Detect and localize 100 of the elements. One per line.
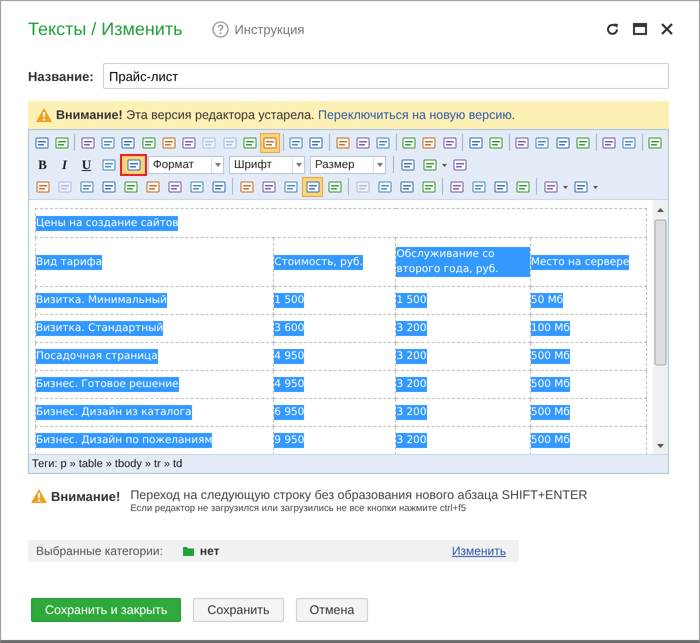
cell-text: 4 950: [274, 377, 304, 392]
hint-title: Внимание!: [31, 488, 120, 504]
toolbar-icon: [400, 180, 414, 194]
switch-version-link[interactable]: Переключиться на новую версию: [318, 108, 512, 122]
toolbar-icon: [468, 136, 483, 150]
refresh-icon[interactable]: [606, 22, 619, 36]
toolbar-icon: [494, 180, 508, 194]
toolbar-dropdown[interactable]: Формат: [148, 156, 224, 174]
cell-text: 4 950: [274, 349, 304, 364]
toolbar-icon: [336, 136, 350, 150]
window-title: Тексты / Изменить: [28, 18, 182, 40]
toolbar-icon: [515, 136, 530, 150]
toolbar-icon: [450, 180, 464, 194]
caret-icon: [214, 162, 220, 166]
cell-text: 6 950: [274, 405, 304, 420]
toolbar-icon: [263, 136, 278, 150]
toolbar-icon: [576, 136, 590, 150]
toolbar-icon: [422, 180, 436, 194]
toolbar-icon: [168, 180, 182, 194]
toolbar-icon: [472, 180, 486, 194]
toolbar-icon: [516, 180, 530, 194]
cell-text: 1 500: [396, 293, 427, 308]
toolbar-icon: [535, 136, 550, 150]
toolbar-icon: [452, 158, 466, 172]
cell-text: Стоимость, руб.: [274, 254, 363, 270]
cell-text: 3 200: [396, 433, 427, 448]
toolbar-icon: [402, 136, 416, 150]
toolbar-icon: [34, 136, 49, 150]
cell-text: Визитка. Минимальный: [36, 293, 167, 308]
name-label: Название:: [28, 68, 95, 84]
toolbar-icon: [124, 180, 138, 194]
cell-text: 500 Мб: [530, 433, 570, 448]
toolbar-icon: [190, 180, 204, 194]
cell-text: Посадочная страница: [36, 349, 158, 364]
folder-icon: [182, 546, 194, 556]
toolbar-icon: [574, 180, 588, 194]
help-icon: [212, 20, 230, 38]
maximize-icon[interactable]: [633, 23, 647, 35]
cell-text: 50 Мб: [530, 293, 564, 308]
toolbar-icon: [422, 158, 436, 172]
format-button[interactable]: B: [32, 154, 53, 174]
toolbar-icon: [489, 136, 504, 150]
format-button[interactable]: U: [76, 154, 97, 174]
cell-text: 3 600: [274, 321, 304, 336]
toolbar-icon: [102, 180, 116, 194]
name-input[interactable]: Прайс-лист: [103, 63, 669, 89]
toolbar-dropdown[interactable]: Размер: [310, 156, 386, 174]
toolbar-icon: [284, 180, 298, 194]
cell-text: Цены на создание сайтов: [36, 216, 178, 230]
tag-path: Теги: p » table » tbody » tr » td: [29, 454, 668, 473]
toolbar-icon: [58, 180, 72, 194]
toolbar-icon: [240, 180, 254, 194]
warning-icon: [36, 108, 52, 122]
cell-text: 3 200: [396, 377, 427, 392]
dialog-button[interactable]: Отмена: [296, 598, 368, 622]
toolbar-button[interactable]: [302, 176, 323, 196]
toolbar-icon: [356, 136, 370, 150]
cell-text: 3 200: [396, 321, 427, 336]
cell-text: Визитка. Стандартный: [36, 321, 164, 336]
scrollbar[interactable]: [653, 200, 668, 454]
toolbar-icon: [182, 136, 196, 150]
toolbar-icon: [544, 180, 558, 194]
toolbar-icon: [289, 136, 304, 150]
toolbar-icon: [101, 136, 116, 150]
warning-icon: [31, 489, 47, 503]
cell-text: Бизнес. Готовое решение: [36, 377, 179, 392]
toolbar-dropdown[interactable]: Шрифт: [229, 156, 305, 174]
cell-text: 100 Мб: [530, 321, 570, 336]
format-button[interactable]: I: [54, 154, 75, 174]
close-icon[interactable]: [661, 23, 673, 35]
help-link[interactable]: Инструкция: [212, 20, 304, 38]
warning-text: Внимание! Эта версия редактора устарела. Переключиться на новую версию.: [56, 108, 516, 122]
toolbar-icon: [202, 136, 216, 150]
toolbar-icon: [80, 180, 94, 194]
toolbar-icon: [54, 136, 69, 150]
toolbar-icon: [222, 136, 237, 150]
toolbar-icon: [36, 180, 50, 194]
cell-text: 3 200: [396, 349, 427, 364]
caret-icon: [296, 162, 302, 166]
toolbar-icon: [80, 136, 95, 150]
toolbar-button[interactable]: [120, 154, 147, 176]
toolbar-icon: [102, 158, 116, 172]
toolbar-button[interactable]: [260, 132, 280, 152]
cell-text: Место на сервере: [530, 254, 630, 270]
toolbar-icon: [648, 136, 662, 150]
cell-text: 500 Мб: [530, 377, 570, 392]
toolbar-icon: [378, 180, 392, 194]
toolbar-icon: [422, 136, 436, 150]
cell-text: Вид тарифа: [36, 254, 102, 270]
dialog-button[interactable]: Сохранить: [193, 598, 284, 622]
toolbar-icon: [622, 136, 636, 150]
toolbar-icon: [162, 136, 176, 150]
hint-subtext: Если редактор не загрузился или загрузились не все кнопки нажмите ctrl+f5: [130, 503, 468, 514]
toolbar-icon: [146, 180, 160, 194]
change-link[interactable]: Изменить: [452, 544, 506, 558]
caret-icon: [376, 162, 382, 166]
toolbar-icon: [376, 136, 390, 150]
toolbar-icon: [602, 136, 616, 150]
cell-text: Бизнес. Дизайн по пожеланиям: [36, 433, 212, 448]
toolbar-icon: [142, 136, 156, 150]
